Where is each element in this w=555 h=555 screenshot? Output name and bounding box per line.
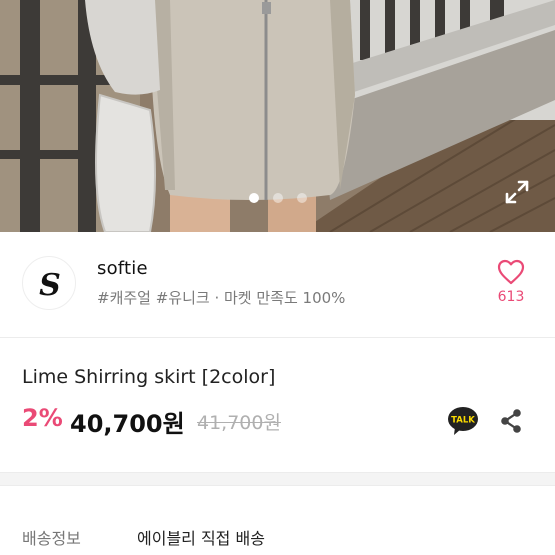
discount-rate: 2% <box>22 404 63 432</box>
share-icon[interactable] <box>499 408 523 434</box>
shipping-info-value: 에이블리 직접 배송 <box>137 529 265 548</box>
section-divider <box>0 337 555 338</box>
carousel-dot[interactable] <box>297 193 307 203</box>
product-image-carousel[interactable] <box>0 0 555 232</box>
expand-arrows-icon[interactable] <box>503 178 531 206</box>
original-price: 41,700원 <box>197 412 281 434</box>
carousel-dots <box>0 193 555 205</box>
shipping-info-label: 배송정보 <box>22 529 81 548</box>
section-gap <box>0 472 555 486</box>
store-tags: #캐주얼 #유니크 · 마켓 만족도 100% <box>97 289 346 307</box>
heart-outline-icon[interactable] <box>497 259 525 285</box>
carousel-dot-active[interactable] <box>249 193 259 203</box>
talk-label: TALK <box>451 416 475 426</box>
sale-price: 40,700원 <box>70 410 185 438</box>
like-count: 613 <box>497 289 525 305</box>
store-name[interactable]: softie <box>97 258 148 279</box>
product-name: Lime Shirring skirt [2color] <box>22 366 276 388</box>
store-logo[interactable]: S <box>22 256 76 310</box>
carousel-dot[interactable] <box>273 193 283 203</box>
kakao-talk-button[interactable]: TALK <box>446 405 480 437</box>
store-logo-letter: S <box>39 268 61 303</box>
